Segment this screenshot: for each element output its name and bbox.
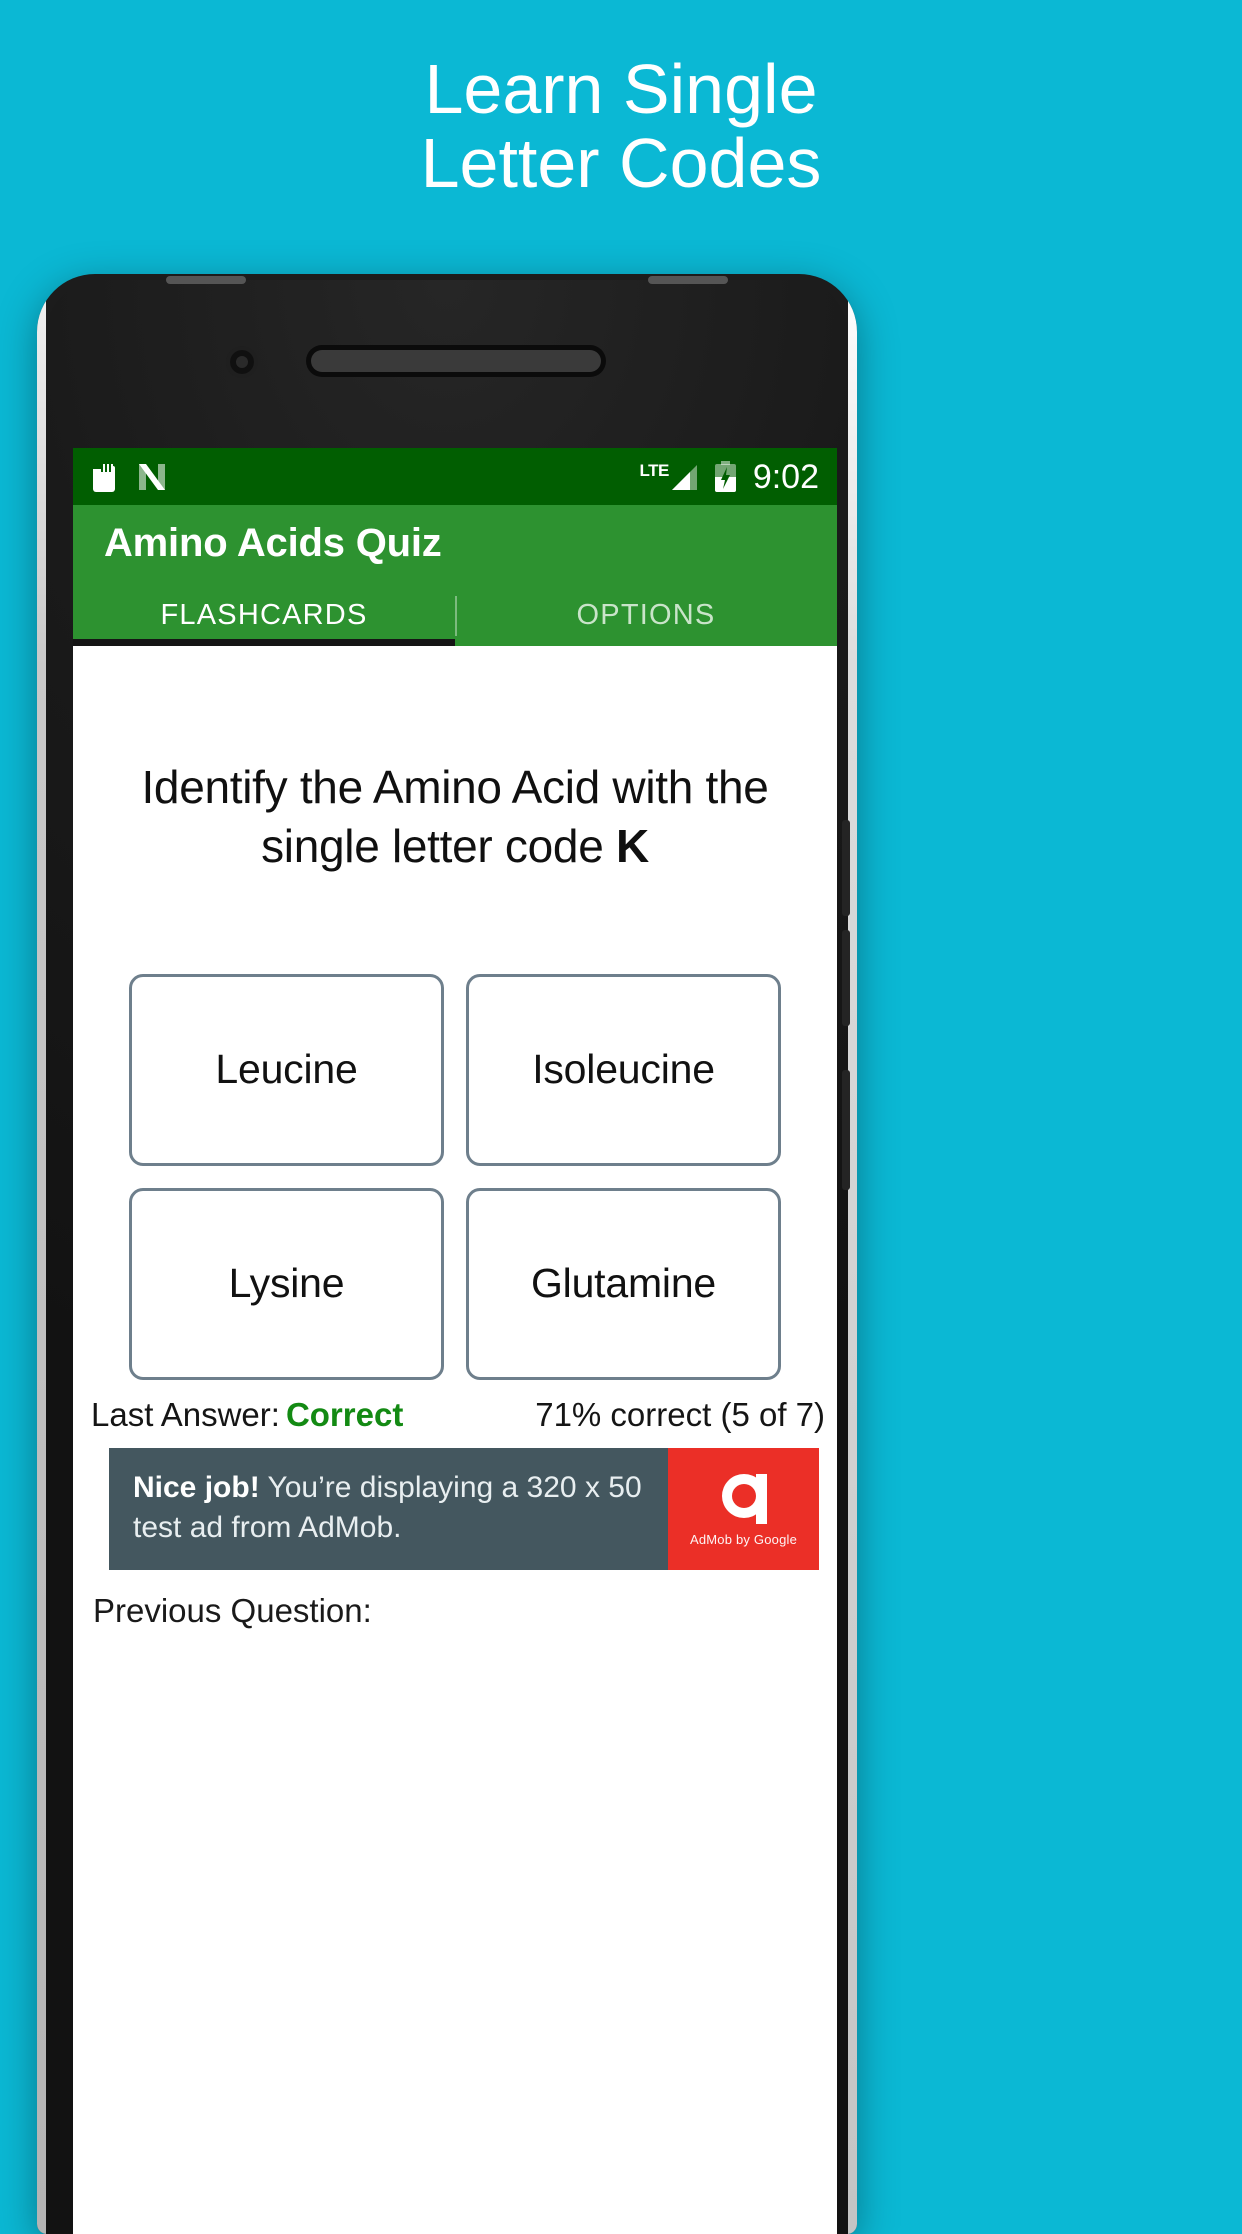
signal-bars-icon (670, 464, 698, 491)
earpiece-speaker (311, 350, 601, 372)
phone-device-mockup: LTE 9:02 Amino Acids Quiz FLASHCARDS OPT… (37, 274, 857, 2234)
admob-logo: AdMob by Google (668, 1447, 819, 1570)
last-answer-label: Last Answer: (91, 1395, 280, 1433)
ad-text: Nice job! You’re displaying a 320 x 50 t… (109, 1448, 668, 1570)
score-percent: 71% correct (5 of 7) (535, 1395, 825, 1433)
admob-mark-icon (715, 1470, 773, 1528)
status-bar-left-icons (93, 461, 167, 492)
ad-headline: Nice job! (133, 1470, 260, 1504)
nexus-n-icon (137, 462, 167, 492)
tab-flashcards[interactable]: FLASHCARDS (73, 585, 455, 646)
front-camera-icon (230, 350, 254, 374)
tab-strip: FLASHCARDS OPTIONS (73, 585, 837, 646)
volume-up-button[interactable] (842, 820, 850, 916)
status-bar: LTE 9:02 (73, 448, 837, 505)
status-bar-right-icons: LTE 9:02 (639, 460, 819, 494)
ad-banner[interactable]: Nice job! You’re displaying a 320 x 50 t… (109, 1447, 819, 1570)
last-answer-value: Correct (285, 1395, 404, 1433)
lte-signal-group: LTE (639, 462, 697, 491)
tab-divider (455, 596, 457, 636)
promo-headline-line-2: Letter Codes (420, 124, 822, 203)
lte-label: LTE (639, 461, 669, 480)
score-row: Last Answer: Correct 71% correct (5 of 7) (73, 1380, 837, 1434)
app-title: Amino Acids Quiz (104, 521, 442, 565)
answer-card[interactable]: Leucine (129, 973, 444, 1166)
promo-headline-line-1: Learn Single (424, 50, 818, 128)
admob-logo-caption: AdMob by Google (689, 1532, 798, 1548)
device-rim-left (37, 274, 46, 2234)
flashcard-content: Identify the Amino Acid with the single … (73, 646, 837, 2234)
tab-options[interactable]: OPTIONS (455, 585, 837, 646)
question-prefix: Identify the Amino Acid with the single … (141, 761, 769, 872)
answer-card[interactable]: Lysine (129, 1187, 444, 1380)
device-rim-right (848, 274, 857, 2234)
sd-card-icon (93, 461, 115, 492)
volume-down-button[interactable] (842, 930, 850, 1026)
device-body: LTE 9:02 Amino Acids Quiz FLASHCARDS OPT… (46, 276, 850, 2234)
last-answer: Last Answer: Correct (91, 1396, 403, 1434)
device-antenna-line-left (166, 276, 246, 284)
answer-grid: Leucine Isoleucine Lysine Glutamine (73, 876, 837, 1380)
phone-screen: LTE 9:02 Amino Acids Quiz FLASHCARDS OPT… (73, 448, 837, 2234)
question-code: K (615, 819, 649, 872)
status-bar-clock: 9:02 (752, 457, 819, 496)
app-bar: Amino Acids Quiz FLASHCARDS OPTIONS (73, 505, 837, 646)
answer-card[interactable]: Glutamine (466, 1187, 781, 1380)
battery-charging-icon (714, 461, 737, 492)
device-antenna-line-right (648, 276, 728, 284)
power-button[interactable] (842, 1070, 850, 1190)
promo-headline: Learn Single Letter Codes (0, 50, 1242, 203)
previous-question-label: Previous Question: (93, 1591, 372, 1629)
question-text: Identify the Amino Acid with the single … (73, 646, 837, 876)
answer-card[interactable]: Isoleucine (466, 973, 781, 1166)
tab-active-indicator (73, 639, 455, 646)
